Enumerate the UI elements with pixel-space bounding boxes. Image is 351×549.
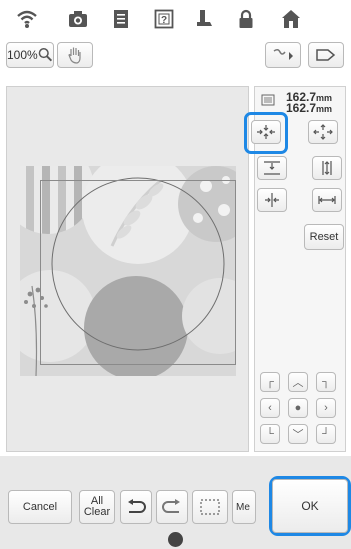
help-icon[interactable]: ? [153, 8, 175, 30]
cancel-label: Cancel [22, 501, 58, 513]
svg-text:?: ? [161, 15, 167, 26]
shrink-horizontal-button[interactable] [257, 188, 287, 212]
enlarge-button[interactable] [308, 120, 338, 144]
reset-button[interactable]: Reset [304, 224, 344, 250]
reset-label: Reset [309, 231, 339, 243]
next-button[interactable] [308, 42, 344, 68]
me-button[interactable]: Me [232, 490, 256, 524]
shrink-horizontal-icon [265, 193, 279, 207]
chevron-down-icon: ﹀ [292, 429, 304, 441]
corner-up-right-icon: ┐ [322, 376, 330, 388]
size-height-unit: mm [316, 104, 333, 114]
ok-label: OK [301, 499, 319, 513]
move-up-button[interactable]: ︿ [288, 372, 308, 392]
all-clear-line2: Clear [83, 506, 111, 518]
chevron-up-icon: ︿ [292, 377, 304, 389]
all-clear-button[interactable]: All Clear [79, 490, 115, 524]
size-icon [261, 94, 275, 106]
next-arrow-icon [316, 49, 336, 61]
move-down-left-button[interactable]: └ [260, 424, 280, 444]
ok-button[interactable]: OK [272, 479, 348, 533]
cancel-button[interactable]: Cancel [8, 490, 72, 524]
enlarge-vertical-button[interactable] [312, 156, 342, 180]
move-up-left-button[interactable]: ┌ [260, 372, 280, 392]
camera-icon[interactable] [67, 8, 89, 30]
zoom-label: 100% [7, 48, 38, 62]
hand-icon [68, 47, 81, 64]
shrink-vertical-button[interactable] [257, 156, 287, 180]
wifi-icon[interactable] [16, 8, 38, 30]
embroidery-foot-icon[interactable] [193, 8, 215, 30]
me-label: Me [236, 501, 250, 513]
hand-button[interactable] [57, 42, 93, 68]
redo-button[interactable] [156, 490, 188, 524]
magnifier-icon [38, 48, 52, 62]
move-right-button[interactable]: › [316, 398, 336, 418]
enlarge-vertical-icon [322, 161, 332, 175]
move-left-button[interactable]: ‹ [260, 398, 280, 418]
enlarge-arrows-icon [313, 124, 333, 140]
undo-icon [128, 499, 146, 513]
shrink-vertical-icon [264, 161, 280, 175]
dotted-select-icon [200, 499, 220, 515]
move-down-button[interactable]: ﹀ [288, 424, 308, 444]
chevron-right-icon: › [324, 402, 328, 414]
center-dot-icon: ● [294, 402, 302, 414]
select-area-button[interactable] [192, 490, 228, 524]
zoom-button[interactable]: 100% [6, 42, 54, 68]
corner-up-left-icon: ┌ [266, 376, 274, 388]
chevron-left-icon: ‹ [268, 402, 272, 414]
size-height-value: 162.7 [286, 101, 317, 115]
redo-icon [162, 499, 180, 513]
move-down-right-button[interactable]: ┘ [316, 424, 336, 444]
corner-down-right-icon: ┘ [322, 428, 330, 440]
shrink-arrows-icon [257, 125, 275, 139]
document-icon[interactable] [110, 8, 132, 30]
enlarge-horizontal-button[interactable] [312, 188, 342, 212]
lock-icon[interactable] [235, 8, 257, 30]
enlarge-horizontal-icon [318, 196, 336, 204]
center-button[interactable]: ● [288, 398, 308, 418]
home-icon[interactable] [280, 8, 302, 30]
clock-icon [168, 532, 183, 547]
embroidery-import-icon [273, 48, 293, 60]
move-up-right-button[interactable]: ┐ [316, 372, 336, 392]
undo-button[interactable] [120, 490, 152, 524]
embroidery-frame-outline [40, 180, 236, 365]
embroidery-import-button[interactable] [265, 42, 301, 68]
shrink-button[interactable] [251, 120, 281, 144]
corner-down-left-icon: └ [266, 428, 274, 440]
